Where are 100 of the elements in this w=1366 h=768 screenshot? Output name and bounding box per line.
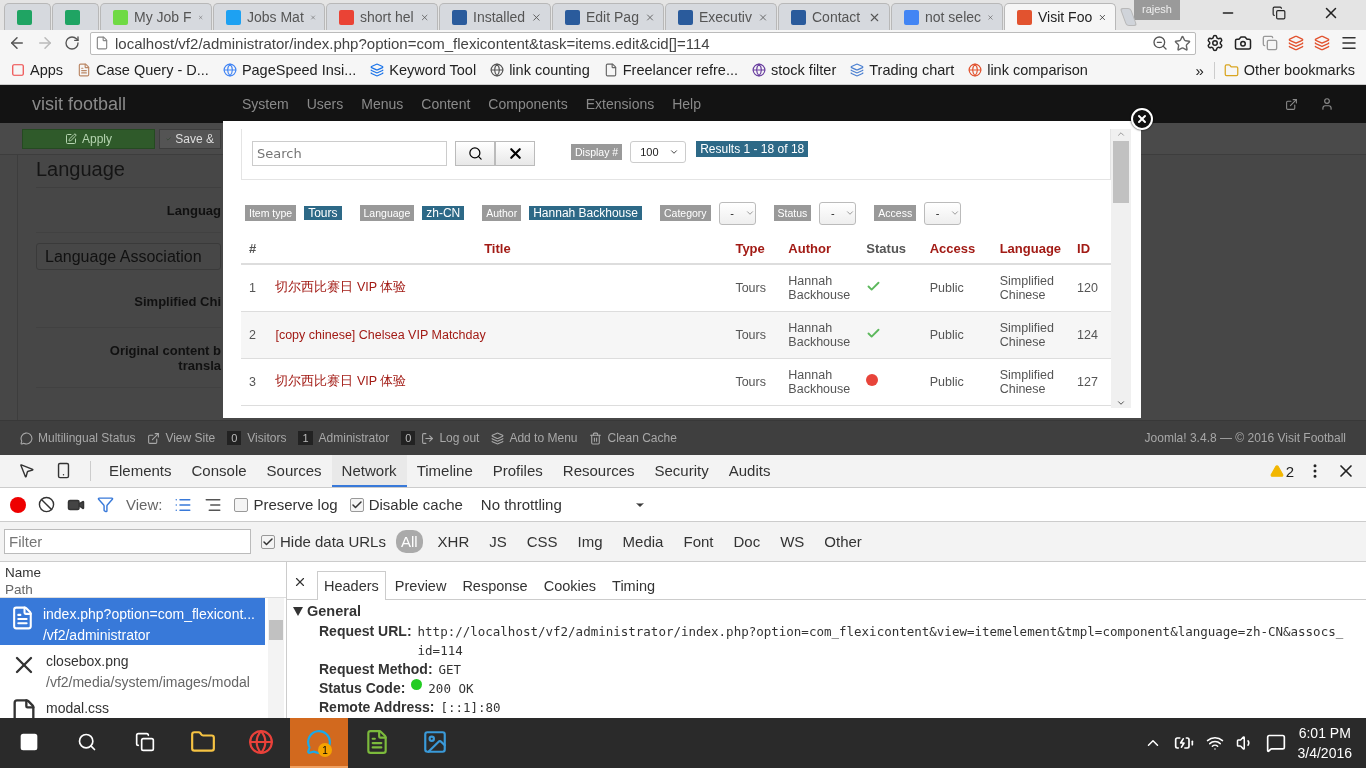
devtools-tab[interactable]: Timeline — [406, 455, 483, 487]
extension-icon[interactable] — [1314, 35, 1330, 51]
type-filter[interactable]: JS — [484, 530, 512, 553]
filter-select[interactable]: - — [819, 201, 857, 225]
menu-item[interactable]: Help — [672, 96, 701, 112]
clear-icon[interactable] — [38, 496, 55, 513]
type-filter[interactable]: Font — [678, 530, 719, 553]
clear-button[interactable] — [495, 141, 535, 166]
display-select[interactable]: 100 — [630, 141, 687, 163]
gear-icon[interactable] — [1206, 34, 1224, 52]
devtools-tab[interactable]: Profiles — [482, 455, 553, 487]
type-filter[interactable]: WS — [775, 530, 810, 553]
devtools-tab[interactable]: Console — [181, 455, 257, 487]
item-link[interactable]: 切尔西比赛日 VIP 体验 — [275, 374, 407, 388]
menu-item[interactable]: Content — [421, 96, 471, 112]
devtools-tab[interactable]: Security — [644, 455, 719, 487]
detail-tab[interactable]: Headers — [317, 571, 386, 600]
scrollbar[interactable] — [1111, 129, 1131, 408]
browser-tab[interactable]: Jobs Mat — [213, 3, 325, 30]
bookmark[interactable]: Apps — [6, 60, 69, 80]
scroll-thumb[interactable] — [269, 620, 283, 640]
menu-item[interactable]: Components — [488, 96, 568, 112]
external-link-icon[interactable] — [1285, 97, 1298, 111]
back-icon[interactable] — [8, 34, 26, 52]
task-view-icon[interactable] — [135, 732, 155, 752]
menu-icon[interactable] — [1340, 34, 1358, 52]
browser-tab[interactable]: short hel — [326, 3, 438, 30]
type-filter[interactable]: CSS — [521, 530, 563, 553]
apply-button[interactable]: Apply — [22, 128, 155, 149]
status-link[interactable]: View Site — [165, 431, 216, 445]
browser-tab[interactable]: Contact — [778, 3, 890, 30]
close-icon[interactable] — [293, 575, 307, 589]
scroll-thumb[interactable] — [1113, 141, 1129, 203]
item-link[interactable]: [copy chinese] Chelsea VIP Matchday — [275, 327, 486, 342]
filter-select[interactable]: - — [718, 201, 756, 225]
scroll-down-icon[interactable] — [1116, 398, 1126, 408]
browser-tab[interactable]: Executiv — [665, 3, 777, 30]
checkbox[interactable]: Disable cache — [349, 496, 463, 513]
reload-icon[interactable] — [64, 35, 80, 51]
address-field[interactable]: localhost/vf2/administrator/index.php?option=com_flexicontent&task=items.edit&cid[]=114 — [90, 31, 1196, 55]
detail-tab[interactable]: Preview — [387, 571, 454, 600]
camera-icon[interactable] — [1234, 34, 1252, 52]
phone-icon[interactable] — [55, 461, 72, 479]
bookmark[interactable]: Case Query - D... — [72, 60, 214, 80]
throttling-select[interactable]: No throttling — [480, 496, 646, 513]
type-filter[interactable]: Media — [617, 530, 669, 553]
extension-icon[interactable] — [1288, 35, 1304, 51]
browser-tab[interactable]: Edit Pag — [552, 3, 664, 30]
taskbar-app[interactable]: 1 — [290, 718, 348, 768]
zoom-icon[interactable] — [1152, 35, 1168, 51]
filter-select[interactable]: - — [924, 201, 962, 225]
devtools-tab[interactable]: Network — [331, 455, 407, 487]
browser-tab[interactable]: Visit Foo — [1004, 3, 1116, 30]
checkbox[interactable]: Hide data URLs — [261, 533, 386, 550]
status-link[interactable]: Add to Menu — [509, 431, 578, 445]
detail-tab[interactable]: Timing — [605, 571, 663, 600]
search-icon[interactable] — [77, 732, 97, 752]
status-link[interactable]: Visitors — [247, 431, 287, 445]
bookmark[interactable]: link counting — [485, 60, 595, 80]
more-bookmarks[interactable]: » — [1185, 61, 1215, 79]
type-filter[interactable]: Img — [572, 530, 608, 553]
browser-tab[interactable]: My Job F — [100, 3, 212, 30]
detail-tab[interactable]: Response — [455, 571, 535, 600]
search-button[interactable] — [455, 141, 495, 166]
status-link[interactable]: Multilingual Status — [38, 431, 136, 445]
other-bookmarks[interactable]: Other bookmarks — [1218, 60, 1360, 80]
browser-tab[interactable]: not selec — [891, 3, 1003, 30]
devtools-tab[interactable]: Elements — [99, 455, 182, 487]
type-filter[interactable]: XHR — [432, 530, 475, 553]
unpublished-icon[interactable] — [866, 374, 879, 386]
copy-icon[interactable] — [1262, 35, 1278, 51]
restore-icon[interactable] — [1272, 6, 1286, 20]
search-field[interactable]: Search — [252, 141, 447, 166]
section-header[interactable]: General — [307, 603, 361, 619]
browser-tab[interactable]: Installed — [439, 3, 551, 30]
scrollbar[interactable] — [268, 598, 284, 718]
status-link[interactable]: Administrator — [318, 431, 390, 445]
triangle-icon[interactable] — [293, 606, 303, 616]
type-filter[interactable]: Doc — [728, 530, 766, 553]
item-link[interactable]: 切尔西比赛日 VIP 体验 — [275, 280, 407, 295]
detail-tab[interactable]: Cookies — [536, 571, 604, 600]
windows-icon[interactable] — [19, 732, 39, 752]
status-link[interactable]: Clean Cache — [607, 431, 677, 445]
clock[interactable]: 6:01 PM 3/4/2016 — [1297, 723, 1352, 763]
notifications-icon[interactable] — [1265, 733, 1286, 753]
bookmark[interactable]: Trading chart — [845, 60, 960, 80]
save-button[interactable]: Save & — [159, 128, 221, 149]
menu-item[interactable]: Users — [306, 96, 344, 112]
status-link[interactable]: Log out — [439, 431, 480, 445]
filter-field[interactable]: Filter — [4, 529, 251, 554]
filter-icon[interactable] — [97, 496, 114, 513]
bookmark[interactable]: stock filter — [747, 60, 842, 80]
menu-item[interactable]: System — [242, 96, 289, 112]
devtools-tab[interactable]: Audits — [718, 455, 781, 487]
bookmark[interactable]: PageSpeed Insi... — [217, 60, 362, 80]
wifi-icon[interactable] — [1205, 734, 1224, 752]
pointer-icon[interactable] — [18, 461, 35, 479]
menu-item[interactable]: Menus — [361, 96, 404, 112]
menu-item[interactable]: Extensions — [585, 96, 655, 112]
bookmark[interactable]: Keyword Tool — [365, 60, 482, 80]
